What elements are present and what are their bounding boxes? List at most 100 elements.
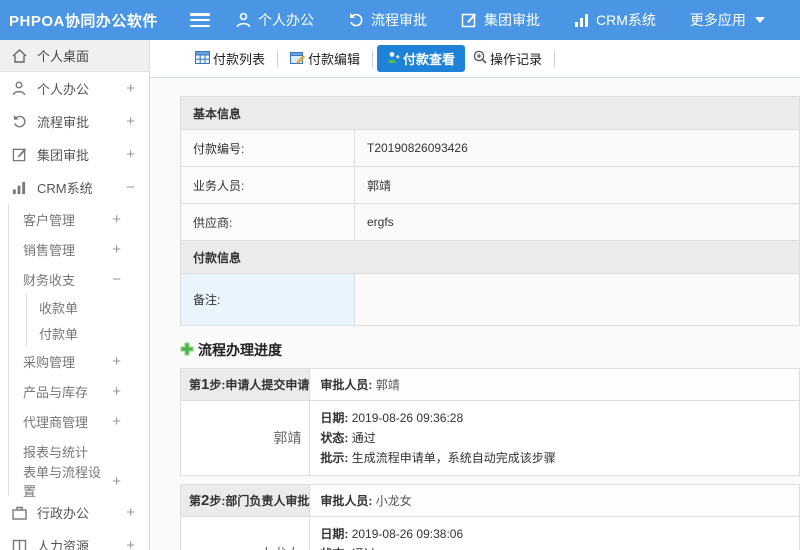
tab-payment-view[interactable]: 付款查看	[377, 45, 466, 72]
bar-chart-icon	[10, 181, 28, 195]
sidebar-item-group-approval[interactable]: 集团审批 +	[0, 138, 149, 171]
tab-payment-edit[interactable]: 付款编辑	[282, 45, 368, 72]
step-detail-row: 小龙女 日期: 2019-08-26 09:38:06 状态: 通过 批示: 通…	[179, 516, 800, 550]
top-header: PHPOA协同办公软件 个人办公 流程审批 集团审批 CRM系统 更多应用	[0, 0, 800, 40]
sidebar-item-admin-office[interactable]: 行政办公 +	[0, 496, 149, 529]
nav-label: 流程审批	[371, 12, 427, 28]
book-icon	[10, 539, 28, 550]
tab-label: 操作记录	[490, 52, 543, 67]
sidebar-item-label: 表单与流程设置	[23, 465, 102, 499]
menu-toggle-icon[interactable]	[190, 13, 210, 27]
edit-icon	[10, 147, 28, 162]
nav-label: 个人办公	[258, 12, 314, 28]
nav-personal-office[interactable]: 个人办公	[236, 10, 314, 30]
field-label: 供应商:	[180, 203, 355, 241]
expand-icon[interactable]: +	[126, 80, 135, 97]
tab-separator	[554, 50, 556, 67]
tab-payment-list[interactable]: 付款列表	[187, 45, 273, 72]
table-row: 供应商: ergfs	[180, 203, 800, 241]
sidebar-item-product-inventory[interactable]: 产品与库存 +	[9, 376, 121, 406]
expand-icon[interactable]: +	[126, 537, 135, 550]
sidebar-item-personal-office[interactable]: 个人办公 +	[0, 72, 149, 105]
person-icon	[236, 12, 251, 28]
sidebar-item-form-flow-settings[interactable]: 表单与流程设置 +	[9, 465, 121, 499]
expand-icon[interactable]: +	[126, 113, 135, 130]
sidebar-item-label: 个人办公	[37, 82, 90, 97]
step-detail: 日期: 2019-08-26 09:38:06 状态: 通过 批示: 通过	[309, 516, 800, 550]
top-nav: 个人办公 流程审批 集团审批 CRM系统 更多应用	[236, 10, 765, 30]
briefcase-icon	[10, 506, 28, 520]
main-area: 付款列表 付款编辑 付款查看 操作记录 基本信息 付款编号: T20190826…	[150, 40, 800, 550]
sidebar-item-human-resources[interactable]: 人力资源 +	[0, 529, 149, 550]
business-person-value: 郭靖	[354, 166, 800, 204]
collapse-icon[interactable]: −	[126, 179, 135, 196]
sidebar-item-receipt-order[interactable]: 收款单	[27, 294, 121, 320]
approver-value: 郭靖	[375, 378, 400, 392]
step-title: 第2步:部门负责人审批	[179, 484, 311, 517]
sidebar-item-label: 收款单	[39, 300, 79, 316]
approver-name: 小龙女	[179, 516, 311, 550]
sidebar-item-purchase-mgmt[interactable]: 采购管理 +	[9, 346, 121, 376]
nav-label: CRM系统	[596, 12, 656, 28]
expand-icon[interactable]: +	[112, 413, 121, 430]
tab-label: 付款查看	[403, 52, 456, 67]
user-icon	[387, 51, 400, 67]
nav-label: 更多应用	[689, 12, 746, 28]
expand-icon[interactable]: +	[112, 211, 121, 228]
section-header-basic-info: 基本信息	[180, 96, 800, 130]
tabbar: 付款列表 付款编辑 付款查看 操作记录	[150, 40, 800, 78]
sidebar-item-agent-mgmt[interactable]: 代理商管理 +	[9, 406, 121, 436]
sidebar-item-desktop[interactable]: 个人桌面	[0, 40, 149, 72]
step-date-line: 日期: 2019-08-26 09:38:06	[320, 527, 464, 541]
step-header-row: 第1步:申请人提交申请 审批人员: 郭靖	[179, 368, 800, 401]
sidebar-item-label: 流程审批	[37, 115, 90, 130]
sidebar-item-label: 报表与统计	[23, 444, 89, 460]
sidebar-item-sales-mgmt[interactable]: 销售管理 +	[9, 234, 121, 264]
step-status-line: 状态: 通过	[320, 544, 789, 550]
step-status-line: 状态: 通过	[320, 431, 376, 445]
table-icon	[195, 50, 210, 67]
sidebar-item-label: 销售管理	[23, 242, 76, 258]
sidebar-item-label: CRM系统	[37, 181, 93, 196]
approver-label: 审批人员:	[320, 494, 373, 508]
payment-info-table: 基本信息 付款编号: T20190826093426 业务人员: 郭靖 供应商:…	[180, 96, 800, 326]
expand-icon[interactable]: +	[112, 383, 121, 400]
expand-icon[interactable]: +	[112, 353, 121, 370]
flow-icon	[348, 12, 364, 28]
tab-operation-log[interactable]: 操作记录	[465, 45, 550, 72]
sidebar-item-crm-system[interactable]: CRM系统 −	[0, 171, 149, 204]
sidebar-item-workflow-approval[interactable]: 流程审批 +	[0, 105, 149, 138]
expand-icon[interactable]: +	[112, 241, 121, 258]
home-icon	[10, 48, 28, 63]
nav-more-apps[interactable]: 更多应用	[690, 10, 765, 30]
section-title: 基本信息	[180, 96, 800, 130]
process-step-table: 第1步:申请人提交申请 审批人员: 郭靖 郭靖 日期: 2019-08-26 0…	[179, 368, 800, 476]
step-header-row: 第2步:部门负责人审批 审批人员: 小龙女	[179, 484, 800, 517]
sidebar-item-label: 客户管理	[23, 212, 76, 228]
nav-label: 集团审批	[484, 12, 540, 28]
approver-label: 审批人员:	[320, 378, 373, 392]
tab-label: 付款编辑	[308, 52, 361, 67]
app-logo: PHPOA协同办公软件	[9, 12, 158, 30]
sidebar-item-finance[interactable]: 财务收支 −	[9, 264, 121, 294]
step-detail-row: 郭靖 日期: 2019-08-26 09:36:28 状态: 通过 批示: 生成…	[179, 400, 800, 476]
collapse-icon[interactable]: −	[112, 271, 121, 288]
expand-icon[interactable]: +	[112, 473, 121, 490]
edit-doc-icon	[290, 51, 305, 67]
sidebar-item-customer-mgmt[interactable]: 客户管理 +	[9, 204, 121, 234]
section-title: 付款信息	[180, 240, 800, 274]
step-approver: 审批人员: 小龙女	[309, 484, 800, 517]
sidebar-item-payment-order[interactable]: 付款单	[27, 320, 121, 346]
caret-down-icon	[754, 17, 765, 23]
step-comment-line: 批示: 生成流程申请单，系统自动完成该步骤	[320, 451, 556, 465]
tab-label: 付款列表	[213, 52, 266, 67]
sidebar-item-label: 集团审批	[37, 148, 90, 163]
nav-workflow-approval[interactable]: 流程审批	[348, 10, 427, 30]
nav-group-approval[interactable]: 集团审批	[461, 10, 540, 30]
process-progress-heading: 流程办理进度	[180, 340, 800, 360]
expand-icon[interactable]: +	[126, 146, 135, 163]
expand-icon[interactable]: +	[126, 504, 135, 521]
table-row: 业务人员: 郭靖	[180, 166, 800, 204]
nav-crm-system[interactable]: CRM系统	[574, 10, 656, 30]
edit-icon	[461, 12, 477, 28]
